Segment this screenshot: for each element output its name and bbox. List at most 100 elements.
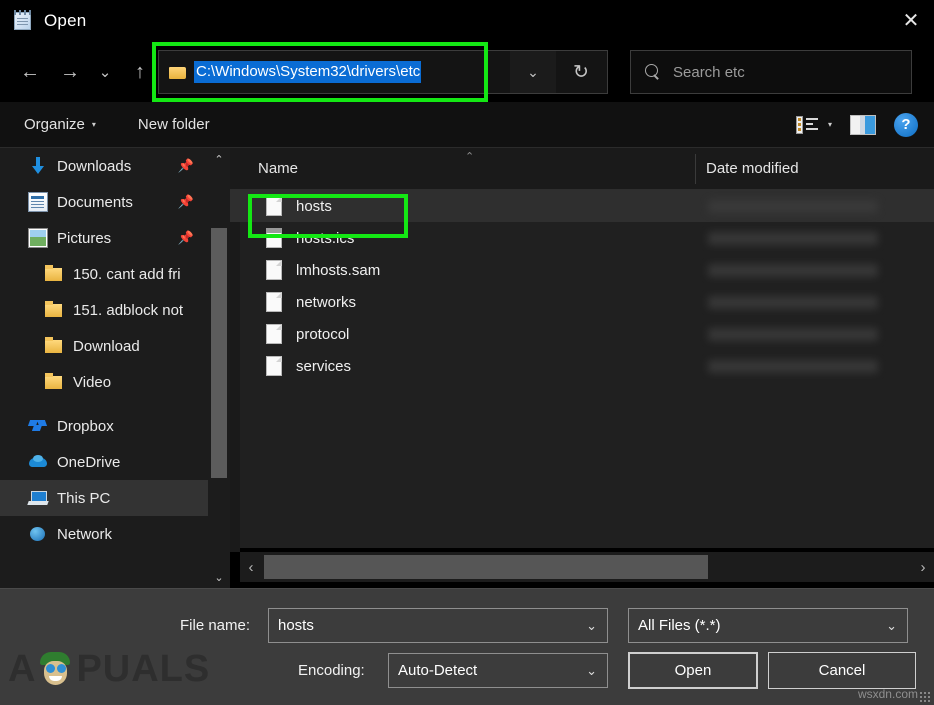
- file-type-dropdown[interactable]: All Files (*.*) ⌄: [628, 608, 908, 643]
- sidebar-item-label: Dropbox: [57, 418, 114, 435]
- file-icon: [266, 324, 282, 344]
- scroll-down-icon[interactable]: ⌄: [208, 566, 230, 588]
- sidebar-item-folder-150[interactable]: 150. cant add fri: [0, 256, 208, 292]
- sidebar-item-label: Network: [57, 526, 112, 543]
- file-date-modified: [708, 296, 878, 309]
- sidebar-item-label: Download: [73, 338, 140, 355]
- chevron-down-icon[interactable]: ⌄: [586, 663, 597, 679]
- folder-icon: [44, 336, 64, 356]
- search-icon: [645, 64, 661, 80]
- watermark-dots-icon: [919, 691, 931, 703]
- cancel-button[interactable]: Cancel: [768, 652, 916, 689]
- sidebar-item-pictures[interactable]: Pictures 📌: [0, 220, 208, 256]
- sidebar-scrollbar[interactable]: ⌃ ⌄: [208, 148, 230, 588]
- file-icon: [266, 196, 282, 216]
- table-row[interactable]: lmhosts.sam: [230, 254, 934, 286]
- sidebar-item-network[interactable]: Network: [0, 516, 208, 552]
- pictures-icon: [28, 228, 48, 248]
- chevron-down-icon[interactable]: ⌄: [886, 618, 897, 634]
- table-row[interactable]: hosts.ics: [230, 222, 934, 254]
- file-name: lmhosts.sam: [296, 262, 380, 279]
- recent-locations-button[interactable]: ⌄: [90, 52, 120, 92]
- horizontal-scrollbar-thumb[interactable]: [264, 555, 708, 579]
- file-rows: hosts hosts.ics lmhosts.sam networks pro…: [230, 190, 934, 390]
- file-name-value: hosts: [278, 617, 314, 634]
- back-button[interactable]: ←: [10, 52, 50, 92]
- column-divider[interactable]: [695, 154, 696, 184]
- sidebar-item-label: Downloads: [57, 158, 131, 175]
- folder-icon: [44, 264, 64, 284]
- forward-button[interactable]: →: [50, 52, 90, 92]
- scrollbar-thumb[interactable]: [211, 228, 227, 478]
- pin-icon[interactable]: 📌: [178, 158, 194, 174]
- appuals-mascot-icon: [38, 651, 74, 687]
- sidebar-item-downloads[interactable]: Downloads 📌: [0, 148, 208, 184]
- organize-button[interactable]: Organize ▾: [24, 116, 96, 133]
- calendar-file-icon: [266, 228, 282, 248]
- documents-icon: [28, 192, 48, 212]
- sort-indicator-icon: ⌃: [465, 150, 474, 163]
- table-row[interactable]: networks: [230, 286, 934, 318]
- sidebar-item-download[interactable]: Download: [0, 328, 208, 364]
- column-header-name[interactable]: Name: [258, 160, 298, 177]
- open-file-dialog: Open ✕ ← → ⌄ ↑ C:\Windows\System32\drive…: [0, 0, 934, 705]
- search-input[interactable]: Search etc: [673, 64, 745, 81]
- address-dropdown-icon[interactable]: ⌄: [510, 51, 556, 93]
- sidebar-item-onedrive[interactable]: OneDrive: [0, 444, 208, 480]
- refresh-icon[interactable]: ↻: [556, 51, 606, 93]
- search-box[interactable]: Search etc: [630, 50, 912, 94]
- close-icon[interactable]: ✕: [888, 0, 934, 42]
- pin-icon[interactable]: 📌: [178, 230, 194, 246]
- sidebar-item-documents[interactable]: Documents 📌: [0, 184, 208, 220]
- view-chevron-down-icon[interactable]: ▾: [828, 120, 832, 129]
- file-name: services: [296, 358, 351, 375]
- folder-icon: [44, 372, 64, 392]
- sidebar-item-this-pc[interactable]: This PC: [0, 480, 208, 516]
- horizontal-scrollbar[interactable]: ‹ ›: [240, 552, 934, 582]
- new-folder-button[interactable]: New folder: [138, 116, 210, 133]
- file-date-modified: [708, 200, 878, 213]
- preview-pane-icon[interactable]: [850, 115, 876, 135]
- file-name-label: File name:: [180, 617, 250, 634]
- table-row[interactable]: protocol: [230, 318, 934, 350]
- organize-label: Organize: [24, 116, 85, 133]
- column-header-date-modified[interactable]: Date modified: [706, 160, 799, 177]
- address-bar-value: C:\Windows\System32\drivers\etc: [194, 61, 421, 83]
- file-icon: [266, 292, 282, 312]
- scroll-right-icon[interactable]: ›: [912, 552, 934, 582]
- scroll-left-icon[interactable]: ‹: [240, 552, 262, 582]
- navigation-sidebar[interactable]: Downloads 📌 Documents 📌 Pictures 📌 150. …: [0, 148, 208, 588]
- file-name: hosts: [296, 198, 332, 215]
- command-bar: Organize ▾ New folder ▾ ?: [0, 102, 934, 148]
- file-type-value: All Files (*.*): [638, 617, 721, 634]
- pin-icon[interactable]: 📌: [178, 194, 194, 210]
- help-icon[interactable]: ?: [894, 113, 918, 137]
- encoding-dropdown[interactable]: Auto-Detect ⌄: [388, 653, 608, 688]
- up-button[interactable]: ↑: [120, 52, 160, 92]
- encoding-value: Auto-Detect: [398, 662, 477, 679]
- onedrive-icon: [28, 452, 48, 472]
- window-title: Open: [44, 11, 86, 31]
- file-date-modified: [708, 232, 878, 245]
- sidebar-item-video[interactable]: Video: [0, 364, 208, 400]
- file-date-modified: [708, 328, 878, 341]
- sidebar-item-dropbox[interactable]: Dropbox: [0, 408, 208, 444]
- appuals-brand-right: PUALS: [76, 648, 210, 691]
- table-row[interactable]: services: [230, 350, 934, 382]
- chevron-down-icon[interactable]: ⌄: [586, 618, 597, 634]
- sidebar-item-label: OneDrive: [57, 454, 120, 471]
- folder-icon: [44, 300, 64, 320]
- open-button[interactable]: Open: [628, 652, 758, 689]
- sidebar-item-label: This PC: [57, 490, 110, 507]
- command-bar-right-group: ▾ ?: [796, 113, 918, 137]
- view-options-icon[interactable]: [796, 116, 818, 134]
- sidebar-item-label: Video: [73, 374, 111, 391]
- sidebar-item-folder-151[interactable]: 151. adblock not: [0, 292, 208, 328]
- chevron-down-icon: ▾: [92, 120, 96, 129]
- folder-icon: [169, 65, 186, 79]
- table-row[interactable]: hosts: [230, 190, 934, 222]
- sidebar-item-label: Pictures: [57, 230, 111, 247]
- file-name-input[interactable]: hosts ⌄: [268, 608, 608, 643]
- scroll-up-icon[interactable]: ⌃: [208, 148, 230, 170]
- file-icon: [266, 260, 282, 280]
